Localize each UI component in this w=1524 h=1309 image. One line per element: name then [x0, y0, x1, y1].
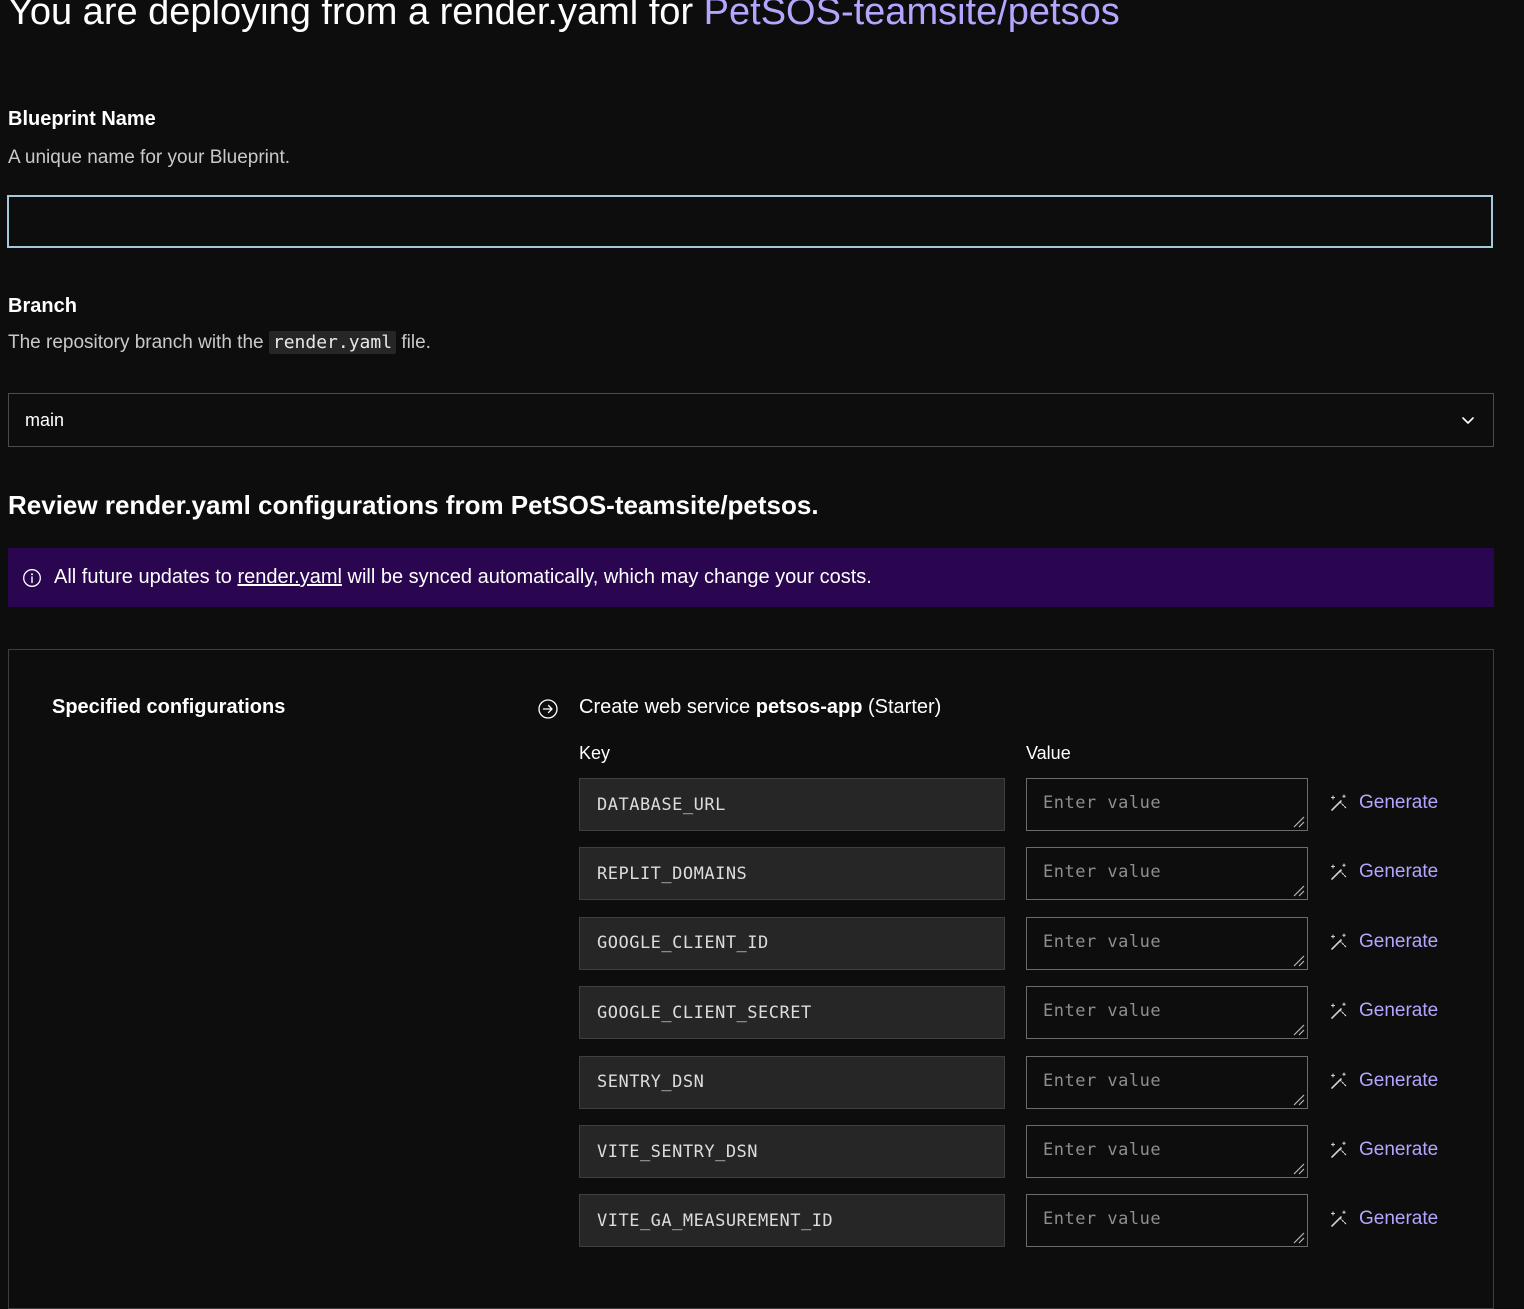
magic-wand-icon: [1330, 863, 1347, 881]
banner-suffix: will be synced automatically, which may …: [347, 566, 872, 588]
arrow-right-circle-icon: [538, 699, 558, 719]
service-name: petsos-app: [755, 696, 863, 718]
service-description: Create web service petsos-app (Starter): [579, 696, 941, 719]
generate-button[interactable]: Generate: [1329, 1139, 1438, 1161]
env-key-field[interactable]: GOOGLE_CLIENT_ID: [579, 916, 1005, 970]
branch-help: The repository branch with the render.ya…: [8, 331, 431, 354]
info-circle-icon: [23, 568, 41, 587]
repo-link[interactable]: PetSOS-teamsite/petsos: [704, 0, 1120, 33]
branch-label: Branch: [8, 295, 77, 317]
value-column-header: Value: [1026, 743, 1071, 763]
chevron-down-icon: [1462, 417, 1474, 424]
generate-button[interactable]: Generate: [1329, 1000, 1438, 1022]
blueprint-name-input[interactable]: [7, 195, 1493, 248]
env-var-row: VITE_GA_MEASUREMENT_ID Generate: [579, 1194, 1459, 1248]
env-key-field[interactable]: REPLIT_DOMAINS: [579, 847, 1005, 901]
sync-info-banner: All future updates to render.yaml will b…: [8, 548, 1494, 607]
configurations-panel: Specified configurations Create web serv…: [8, 649, 1494, 1309]
generate-label: Generate: [1359, 930, 1439, 952]
service-plan: (Starter): [868, 696, 942, 718]
env-var-row: SENTRY_DSN Generate: [579, 1055, 1459, 1110]
magic-wand-icon: [1330, 794, 1347, 811]
env-var-row: GOOGLE_CLIENT_SECRET Generate: [579, 986, 1459, 1040]
env-key-field[interactable]: DATABASE_URL: [579, 778, 1005, 831]
generate-label: Generate: [1359, 1208, 1439, 1230]
env-key-field[interactable]: GOOGLE_CLIENT_SECRET: [579, 986, 1005, 1040]
env-value-input[interactable]: [1026, 1125, 1308, 1178]
magic-wand-icon: [1330, 933, 1347, 950]
env-value-input[interactable]: [1026, 778, 1308, 831]
generate-label: Generate: [1359, 1069, 1439, 1091]
magic-wand-icon: [1330, 1210, 1347, 1228]
page-title: You are deploying from a render.yaml for…: [8, 0, 1120, 36]
generate-label: Generate: [1359, 792, 1439, 813]
env-var-row: VITE_SENTRY_DSN Generate: [579, 1125, 1459, 1179]
service-prefix: Create web service: [579, 696, 751, 718]
generate-button[interactable]: Generate: [1329, 792, 1438, 814]
env-value-input[interactable]: [1026, 916, 1308, 970]
env-key-field[interactable]: VITE_GA_MEASUREMENT_ID: [579, 1194, 1005, 1248]
banner-prefix: All future updates to: [54, 566, 232, 588]
env-key-field[interactable]: SENTRY_DSN: [579, 1055, 1005, 1109]
render-yaml-link[interactable]: render.yaml: [237, 566, 342, 589]
env-value-input[interactable]: [1026, 847, 1308, 901]
env-var-row: DATABASE_URL Generate: [579, 778, 1459, 832]
env-var-row: REPLIT_DOMAINS Generate: [579, 847, 1459, 901]
review-title: Review render.yaml configurations from P…: [8, 490, 819, 520]
env-value-input[interactable]: [1026, 986, 1308, 1040]
env-value-input[interactable]: [1026, 1055, 1308, 1109]
magic-wand-icon: [1330, 1072, 1347, 1089]
env-key-field[interactable]: VITE_SENTRY_DSN: [579, 1125, 1005, 1178]
magic-wand-icon: [1330, 1141, 1347, 1158]
specified-configurations-label: Specified configurations: [52, 696, 286, 718]
blueprint-name-label: Blueprint Name: [8, 108, 156, 130]
branch-select-value: main: [25, 409, 65, 430]
generate-button[interactable]: Generate: [1329, 1208, 1438, 1230]
generate-button[interactable]: Generate: [1329, 861, 1438, 883]
magic-wand-icon: [1330, 1002, 1347, 1019]
title-prefix: You are deploying from a render.yaml for: [8, 0, 694, 33]
branch-select[interactable]: main: [8, 393, 1494, 447]
generate-label: Generate: [1359, 1139, 1439, 1160]
generate-label: Generate: [1359, 1000, 1439, 1022]
env-value-input[interactable]: [1026, 1194, 1308, 1248]
branch-help-suffix: file.: [401, 332, 431, 353]
key-column-header: Key: [579, 743, 611, 763]
env-var-row: GOOGLE_CLIENT_ID Generate: [579, 916, 1459, 971]
blueprint-name-help: A unique name for your Blueprint.: [8, 147, 291, 168]
branch-help-prefix: The repository branch with the: [8, 332, 264, 353]
generate-button[interactable]: Generate: [1329, 1070, 1438, 1092]
generate-button[interactable]: Generate: [1329, 931, 1438, 953]
render-yaml-code: render.yaml: [268, 331, 397, 354]
generate-label: Generate: [1359, 861, 1439, 883]
